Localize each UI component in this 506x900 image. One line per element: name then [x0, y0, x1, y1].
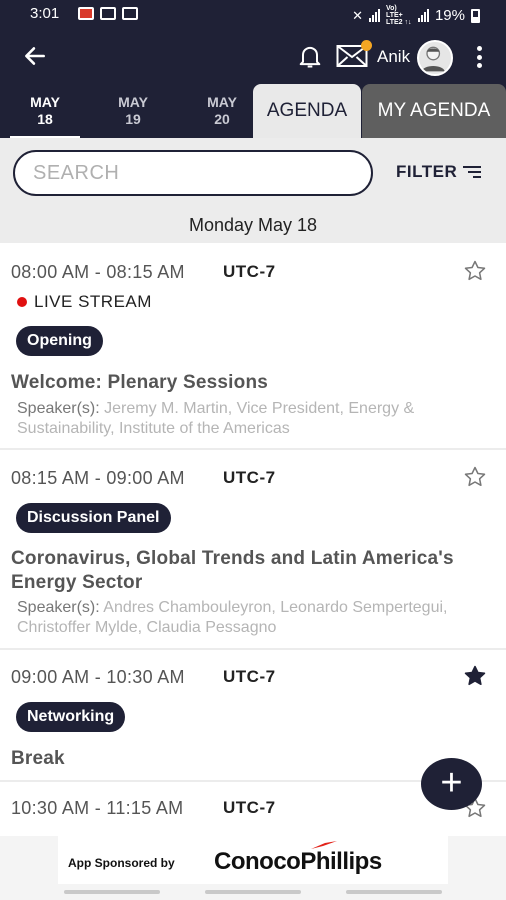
filter-label: FILTER [396, 162, 458, 181]
session-title: Welcome: Plenary Sessions [11, 372, 269, 393]
filter-button[interactable]: FILTER [396, 162, 482, 182]
avatar[interactable] [417, 40, 453, 76]
session-time: 08:15 AM - 09:00 AM [11, 468, 185, 488]
session-timezone: UTC-7 [223, 262, 276, 281]
message-notification-icon [122, 7, 138, 20]
gallery-notification-icon [100, 7, 116, 20]
sponsor-label: App Sponsored by [68, 856, 175, 870]
app-bar: Anik [0, 30, 506, 84]
date-tab-may-18[interactable]: MAY 18 [10, 94, 80, 139]
date-tab-may-19[interactable]: MAY 19 [98, 94, 168, 128]
session-speakers: Speaker(s): Jeremy M. Martin, Vice Presi… [17, 399, 497, 439]
user-avatar-icon [421, 46, 445, 72]
session-tag: Opening [16, 326, 103, 356]
app-notification-icon [78, 7, 94, 20]
status-right: ✕ Vo) LTE+ LTE2 ↑↓ 19% [352, 5, 480, 26]
notification-icons [78, 7, 138, 20]
sponsor-logo-text: ConocoPhillips [214, 848, 382, 875]
status-bar: 3:01 ✕ Vo) LTE+ LTE2 ↑↓ 19% [0, 0, 506, 30]
plus-icon: + [440, 761, 463, 804]
date-tab-may-20[interactable]: MAY 20 [187, 94, 257, 128]
star-filled-icon[interactable] [463, 664, 487, 688]
date-tab-month: MAY [30, 94, 60, 110]
tab-my-agenda[interactable]: MY AGENDA [362, 84, 506, 138]
date-tab-day: 19 [125, 111, 141, 127]
session-timezone: UTC-7 [223, 798, 276, 817]
live-stream-label: LIVE STREAM [34, 292, 152, 311]
speakers-label: Speaker(s): [17, 599, 100, 616]
session-title: Coronavirus, Global Trends and Latin Ame… [11, 548, 454, 593]
date-tab-month: MAY [118, 94, 148, 110]
more-options-icon[interactable] [472, 44, 486, 70]
tab-agenda[interactable]: AGENDA [253, 84, 361, 138]
star-outline-icon[interactable] [463, 465, 487, 489]
search-box[interactable] [13, 150, 373, 196]
date-tab-month: MAY [207, 94, 237, 110]
battery-percent: 19% [434, 7, 465, 24]
session-speakers: Speaker(s): Andres Chambouleyron, Leonar… [17, 598, 497, 638]
live-stream-indicator: LIVE STREAM [17, 292, 152, 312]
session-time: 10:30 AM - 11:15 AM [11, 798, 184, 818]
back-arrow-icon[interactable] [22, 43, 48, 69]
tabs-row: MAY 18 MAY 19 MAY 20 AGENDA MY AGENDA [0, 84, 506, 139]
nav-home-indicator[interactable] [205, 890, 301, 894]
signal-2-icon [417, 9, 429, 22]
session-card[interactable]: 08:15 AM - 09:00 AM UTC-7 Discussion Pan… [0, 451, 506, 650]
footer: App Sponsored by ConocoPhillips [0, 836, 506, 900]
session-card[interactable]: 08:00 AM - 08:15 AM UTC-7 LIVE STREAM Op… [0, 243, 506, 450]
star-outline-icon[interactable] [463, 259, 487, 283]
mute-icon: ✕ [352, 7, 363, 23]
session-time: 09:00 AM - 10:30 AM [11, 667, 185, 687]
sponsor-banner[interactable]: App Sponsored by ConocoPhillips [58, 836, 448, 884]
session-time: 08:00 AM - 08:15 AM [11, 262, 185, 282]
date-tab-day: 18 [37, 111, 53, 127]
bell-icon[interactable] [296, 42, 324, 70]
user-name[interactable]: Anik [377, 47, 410, 67]
search-input[interactable] [15, 152, 371, 194]
day-label: Monday May 18 [188, 215, 318, 235]
system-nav-bar [0, 890, 506, 894]
network-label: Vo) LTE+ LTE2 ↑↓ [385, 5, 412, 26]
session-timezone: UTC-7 [223, 667, 276, 686]
signal-icon [368, 9, 380, 22]
battery-icon [471, 8, 480, 23]
nav-back-indicator[interactable] [346, 890, 442, 894]
session-title: Break [11, 748, 65, 769]
session-timezone: UTC-7 [223, 468, 276, 487]
add-button[interactable]: + [421, 758, 482, 810]
filter-icon [463, 166, 482, 178]
session-card[interactable]: 09:00 AM - 10:30 AM UTC-7 Networking Bre… [0, 651, 506, 782]
mail-badge-dot [361, 40, 372, 51]
session-tag: Networking [16, 702, 126, 732]
date-tab-day: 20 [214, 111, 230, 127]
speakers-label: Speaker(s): [17, 400, 100, 417]
live-dot-icon [17, 297, 27, 307]
status-time: 3:01 [30, 5, 60, 22]
search-area: FILTER Monday May 18 [0, 138, 506, 243]
nav-recent-indicator[interactable] [64, 890, 160, 894]
session-tag: Discussion Panel [16, 503, 171, 533]
